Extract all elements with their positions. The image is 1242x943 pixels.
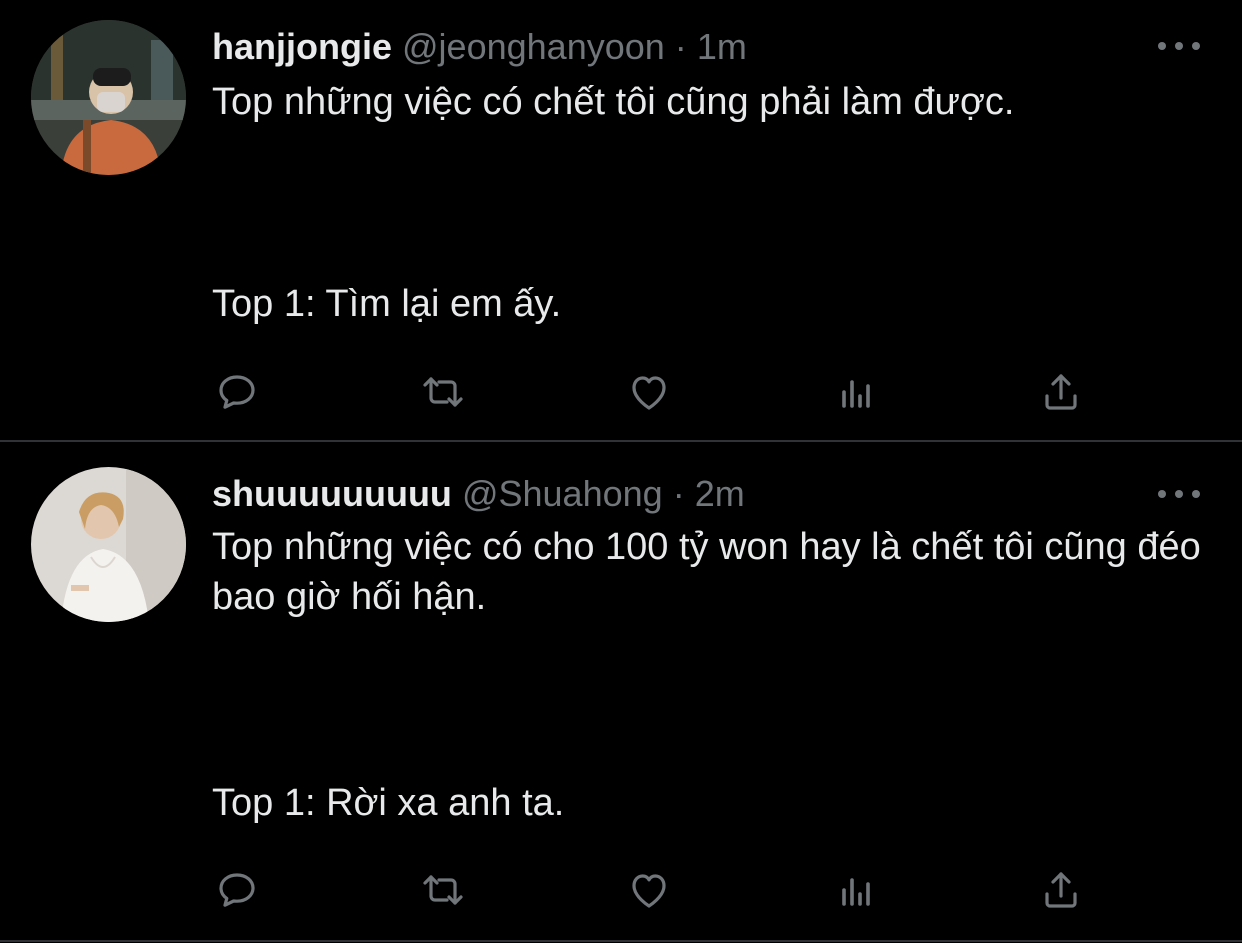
divider — [0, 940, 1242, 942]
display-name[interactable]: shuuuuuuuuu — [212, 473, 452, 514]
timestamp[interactable]: 2m — [695, 473, 745, 514]
share-icon[interactable] — [1031, 860, 1091, 920]
retweet-icon[interactable] — [413, 860, 473, 920]
more-options-icon[interactable] — [1158, 36, 1200, 56]
avatar[interactable] — [31, 20, 186, 175]
tweet[interactable]: shuuuuuuuuu @Shuahong · 2m Top những việ… — [0, 442, 1242, 942]
tweet[interactable]: hanjjongie @jeonghanyoon · 1m Top những … — [0, 0, 1242, 440]
heart-icon[interactable] — [619, 362, 679, 422]
user-handle[interactable]: @Shuahong — [462, 473, 663, 514]
tweet-header: hanjjongie @jeonghanyoon · 1m — [212, 25, 747, 69]
avatar[interactable] — [31, 467, 186, 622]
retweet-icon[interactable] — [413, 362, 473, 422]
timestamp[interactable]: 1m — [697, 26, 747, 67]
tweet-header: shuuuuuuuuu @Shuahong · 2m — [212, 472, 745, 516]
tweet-actions — [0, 362, 1242, 422]
tweet-text-line: Top 1: Tìm lại em ấy. — [212, 283, 562, 325]
heart-icon[interactable] — [619, 860, 679, 920]
user-handle[interactable]: @jeonghanyoon — [402, 26, 665, 67]
views-icon[interactable] — [826, 362, 886, 422]
timeline-feed: hanjjongie @jeonghanyoon · 1m Top những … — [0, 0, 1242, 943]
reply-icon[interactable] — [207, 860, 267, 920]
tweet-text-line: Top những việc có chết tôi cũng phải làm… — [212, 81, 1015, 123]
separator-dot: · — [672, 473, 685, 514]
tweet-text-line: Top những việc có cho 100 tỷ won hay là … — [212, 526, 1201, 618]
share-icon[interactable] — [1031, 362, 1091, 422]
separator-dot: · — [674, 26, 687, 67]
reply-icon[interactable] — [207, 362, 267, 422]
tweet-text-line: Top 1: Rời xa anh ta. — [212, 782, 565, 824]
views-icon[interactable] — [826, 860, 886, 920]
more-options-icon[interactable] — [1158, 484, 1200, 504]
display-name[interactable]: hanjjongie — [212, 26, 392, 67]
tweet-actions — [0, 860, 1242, 920]
